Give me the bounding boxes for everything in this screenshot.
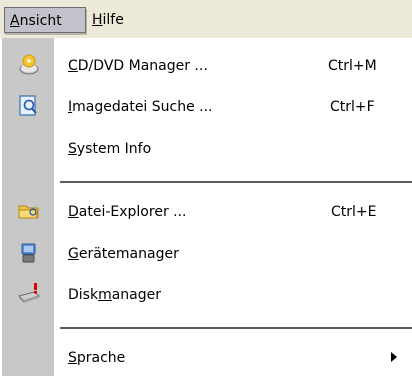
menu-item-image-search-label: Imagedatei Suche ...: [68, 97, 213, 117]
cd-dvd-icon: [18, 54, 40, 76]
menu-item-diskmanager[interactable]: Diskmanager: [2, 275, 412, 315]
explorer-shortcut: Ctrl+E: [331, 204, 377, 220]
menu-hilfe-mnemonic: H: [92, 12, 103, 28]
menu-item-cd-dvd-manager-label: CD/DVD Manager ...: [68, 56, 208, 76]
menu-item-sprache[interactable]: Sprache: [2, 338, 412, 378]
menu-ansicht[interactable]: Ansicht: [4, 7, 86, 33]
device-manager-icon: [18, 242, 40, 264]
menu-item-datei-explorer-label: Datei-Explorer ...: [68, 202, 187, 222]
disk-manager-label-pre: Disk: [68, 287, 99, 303]
menu-hilfe-post: ilfe: [102, 12, 124, 28]
menu-ansicht-mnemonic: A: [10, 13, 20, 29]
disk-manager-label-mnemonic: m: [98, 287, 112, 303]
image-search-shortcut: Ctrl+F: [330, 99, 375, 115]
submenu-arrow-icon: [391, 352, 397, 362]
menu-item-datei-explorer[interactable]: Datei-Explorer ... Ctrl+E: [2, 192, 412, 232]
menu-bar: Ansicht Hilfe: [0, 0, 412, 38]
menu-item-system-info[interactable]: System Info: [2, 129, 412, 169]
menu-ansicht-post: nsicht: [19, 13, 62, 29]
ansicht-dropdown-menu: CD/DVD Manager ... Ctrl+M Imagedatei Suc…: [2, 38, 412, 376]
menu-item-sprache-label: Sprache: [68, 348, 125, 368]
menu-item-diskmanager-label: Diskmanager: [68, 285, 161, 305]
menu-item-system-info-label: System Info: [68, 139, 151, 159]
cd-dvd-shortcut: Ctrl+M: [328, 58, 377, 74]
sprache-label-mnemonic: S: [68, 350, 77, 366]
menu-hilfe[interactable]: Hilfe: [87, 7, 147, 33]
menu-separator: [60, 327, 412, 329]
disk-manager-label-post: anager: [111, 287, 162, 303]
disk-manager-icon: [18, 283, 41, 305]
explorer-label-mnemonic: D: [68, 204, 79, 220]
system-info-label-mnemonic: S: [68, 141, 77, 157]
folder-explorer-icon: [18, 200, 40, 222]
cd-dvd-label-mnemonic: C: [68, 58, 78, 74]
explorer-label-post: atei-Explorer ...: [78, 204, 187, 220]
menu-item-geraetemanager[interactable]: Gerätemanager: [2, 234, 412, 274]
image-search-icon: [18, 95, 40, 117]
device-manager-label-post: erätemanager: [78, 246, 179, 262]
menu-item-cd-dvd-manager[interactable]: CD/DVD Manager ... Ctrl+M: [2, 46, 412, 86]
cd-dvd-label-post: D/DVD Manager ...: [77, 58, 208, 74]
menu-item-geraetemanager-label: Gerätemanager: [68, 244, 179, 264]
menu-separator: [60, 181, 412, 183]
image-search-label-post: magedatei Suche ...: [72, 99, 213, 115]
system-info-label-post: ystem Info: [76, 141, 152, 157]
menu-item-image-search[interactable]: Imagedatei Suche ... Ctrl+F: [2, 87, 412, 127]
sprache-label-post: prache: [76, 350, 126, 366]
device-manager-label-mnemonic: G: [68, 246, 79, 262]
